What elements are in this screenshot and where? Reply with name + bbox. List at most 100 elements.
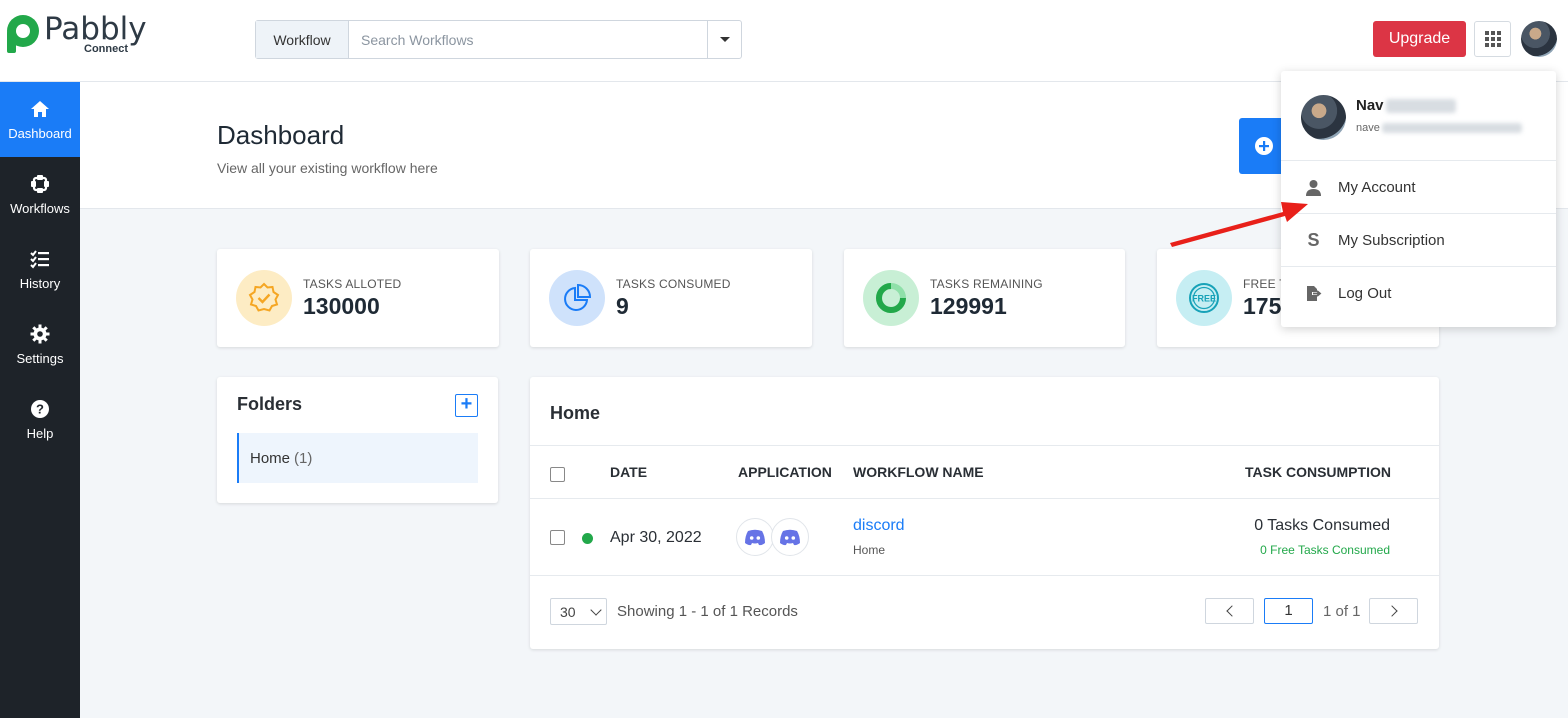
stat-label: TASKS ALLOTED xyxy=(303,277,402,291)
user-email-visible: nave xyxy=(1356,122,1380,134)
user-email: nave xyxy=(1356,122,1522,134)
divider xyxy=(530,498,1439,499)
chevron-down-icon xyxy=(590,604,602,616)
discord-icon xyxy=(736,518,774,556)
search-input[interactable] xyxy=(349,21,707,58)
stat-value: 175 xyxy=(1243,293,1282,319)
top-bar: Pabbly Connect Workflow Upgrade xyxy=(0,0,1568,82)
chevron-left-icon xyxy=(1225,605,1238,617)
ring-chart-icon xyxy=(863,270,919,326)
page-number-input[interactable]: 1 xyxy=(1264,598,1313,624)
tasks-consumed: 0 Tasks Consumed xyxy=(1254,517,1390,534)
user-icon xyxy=(1306,179,1321,196)
plus-circle-icon xyxy=(1255,137,1273,155)
user-avatar xyxy=(1301,95,1346,140)
menu-item-label: My Subscription xyxy=(1338,231,1445,249)
brand-name: Pabbly xyxy=(44,11,147,47)
chevron-right-icon xyxy=(1385,605,1398,617)
add-folder-button[interactable]: + xyxy=(455,394,478,417)
sidebar-item-help[interactable]: ? Help xyxy=(0,382,80,457)
svg-text:FREE: FREE xyxy=(1192,294,1216,304)
sidebar-item-history[interactable]: History xyxy=(0,232,80,307)
logout-icon xyxy=(1307,285,1322,301)
sidebar-item-label: Dashboard xyxy=(8,125,72,141)
workflow-folder: Home xyxy=(853,543,886,557)
folder-name: Home xyxy=(250,449,291,467)
svg-text:?: ? xyxy=(36,401,44,416)
records-summary: Showing 1 - 1 of 1 Records xyxy=(617,603,798,620)
page-of-label: 1 of 1 xyxy=(1323,603,1361,620)
stat-label: TASKS REMAINING xyxy=(930,277,1043,291)
folders-panel: Folders + Home (1) xyxy=(217,377,498,503)
workflow-icon xyxy=(31,174,49,193)
menu-item-log-out[interactable]: Log Out xyxy=(1281,267,1556,319)
search-dropdown-button[interactable] xyxy=(707,21,741,58)
divider xyxy=(530,445,1439,446)
divider xyxy=(530,575,1439,576)
stat-value: 130000 xyxy=(303,293,380,319)
workflow-name-link[interactable]: discord xyxy=(853,517,905,535)
folder-count: (1) xyxy=(294,449,313,467)
stat-value: 9 xyxy=(616,293,629,319)
sidebar-item-label: History xyxy=(19,275,61,291)
menu-item-label: Log Out xyxy=(1338,284,1392,302)
sidebar-item-label: Help xyxy=(26,425,54,441)
gear-icon xyxy=(30,324,50,343)
history-icon xyxy=(30,249,49,269)
sidebar: Dashboard Workflows History Settings ? H… xyxy=(0,82,80,718)
select-all-checkbox[interactable] xyxy=(550,467,565,482)
menu-item-my-account[interactable]: My Account xyxy=(1281,161,1556,213)
status-dot xyxy=(582,533,593,544)
sidebar-item-workflows[interactable]: Workflows xyxy=(0,157,80,232)
discord-icon xyxy=(771,518,809,556)
column-header-workflow-name[interactable]: WORKFLOW NAME xyxy=(853,464,984,480)
pabbly-logo-icon xyxy=(4,14,42,54)
column-header-date[interactable]: DATE xyxy=(610,464,647,480)
table-title: Home xyxy=(550,403,601,423)
pie-chart-icon xyxy=(549,270,605,326)
upgrade-button[interactable]: Upgrade xyxy=(1373,21,1466,57)
logo[interactable]: Pabbly Connect xyxy=(4,14,147,55)
badge-check-icon xyxy=(236,270,292,326)
menu-item-my-subscription[interactable]: S My Subscription xyxy=(1281,214,1556,266)
stat-card-tasks-remaining: TASKS REMAINING 129991 xyxy=(844,249,1125,347)
stat-label: TASKS CONSUMED xyxy=(616,277,731,291)
per-page-value: 30 xyxy=(560,603,576,620)
row-checkbox[interactable] xyxy=(550,530,565,545)
page-title: Dashboard xyxy=(217,120,345,150)
next-page-button[interactable] xyxy=(1369,598,1418,624)
prev-page-button[interactable] xyxy=(1205,598,1254,624)
stat-card-tasks-alloted: TASKS ALLOTED 130000 xyxy=(217,249,499,347)
per-page-select[interactable]: 30 xyxy=(550,598,607,625)
user-name: Nav xyxy=(1356,97,1456,114)
user-avatar[interactable] xyxy=(1521,21,1557,57)
column-header-task-consumption[interactable]: TASK CONSUMPTION xyxy=(1245,464,1391,480)
sidebar-item-label: Workflows xyxy=(10,200,70,216)
folders-title: Folders xyxy=(237,394,303,414)
help-icon: ? xyxy=(31,399,49,418)
row-date: Apr 30, 2022 xyxy=(610,529,702,546)
stat-card-tasks-consumed: TASKS CONSUMED 9 xyxy=(530,249,812,347)
search-bar: Workflow xyxy=(255,20,742,59)
sidebar-item-dashboard[interactable]: Dashboard xyxy=(0,82,80,157)
workflows-table-panel: Home DATE APPLICATION WORKFLOW NAME TASK… xyxy=(530,377,1439,649)
redacted-email xyxy=(1381,123,1522,134)
home-icon xyxy=(31,100,49,117)
apps-grid-button[interactable] xyxy=(1474,21,1511,57)
search-type-label[interactable]: Workflow xyxy=(256,21,349,58)
s-icon: S xyxy=(1307,229,1320,250)
sidebar-item-settings[interactable]: Settings xyxy=(0,307,80,382)
user-name-visible: Nav xyxy=(1356,97,1384,114)
menu-item-label: My Account xyxy=(1338,178,1416,196)
sidebar-item-label: Settings xyxy=(16,350,64,366)
column-header-application[interactable]: APPLICATION xyxy=(738,464,832,480)
user-menu-dropdown: Nav nave My Account S My Subscription Lo… xyxy=(1281,71,1556,327)
stat-value: 129991 xyxy=(930,293,1007,319)
redacted-name xyxy=(1385,99,1456,114)
grid-icon xyxy=(1484,31,1501,47)
free-badge-icon: FREE xyxy=(1176,270,1232,326)
folder-item-home[interactable]: Home (1) xyxy=(237,433,478,483)
caret-down-icon xyxy=(719,37,730,42)
page-subtitle: View all your existing workflow here xyxy=(217,160,438,176)
free-tasks-consumed: 0 Free Tasks Consumed xyxy=(1260,543,1390,557)
